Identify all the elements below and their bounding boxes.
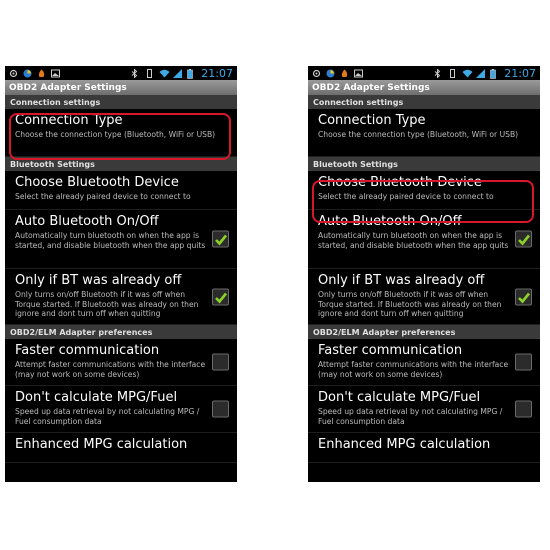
pref-summary: Choose the connection type (Bluetooth, W… bbox=[15, 130, 216, 139]
wifi-icon bbox=[462, 69, 473, 78]
phone-screen-right: 21:07 OBD2 Adapter Settings Connection s… bbox=[308, 66, 540, 482]
pref-summary: Select the already paired device to conn… bbox=[318, 192, 494, 201]
clock: 21:07 bbox=[504, 66, 536, 80]
pref-title: Faster communication bbox=[15, 343, 160, 358]
pref-title: Auto Bluetooth On/Off bbox=[15, 214, 159, 229]
pref-connection-type[interactable]: Connection Type Choose the connection ty… bbox=[5, 109, 237, 157]
pref-title: Auto Bluetooth On/Off bbox=[318, 214, 462, 229]
section-elm-adapter-preferences: OBD2/ELM Adapter preferences bbox=[308, 325, 540, 339]
pref-summary: Automatically turn bluetooth on when the… bbox=[15, 231, 206, 250]
pref-choose-bluetooth-device[interactable]: Choose Bluetooth Device Select the alrea… bbox=[308, 171, 540, 210]
checkbox-unchecked[interactable] bbox=[212, 353, 229, 371]
pref-title: Only if BT was already off bbox=[15, 273, 182, 288]
pref-faster-communication[interactable]: Faster communication Attempt faster comm… bbox=[5, 339, 237, 386]
status-bar: 21:07 bbox=[308, 66, 540, 80]
pref-faster-communication[interactable]: Faster communication Attempt faster comm… bbox=[308, 339, 540, 386]
app-title-bar: OBD2 Adapter Settings bbox=[5, 80, 237, 95]
wifi-icon bbox=[159, 69, 170, 78]
signal-icon bbox=[173, 68, 183, 78]
checkbox-checked[interactable] bbox=[212, 230, 229, 248]
vibrate-icon bbox=[145, 68, 154, 78]
pref-summary: Choose the connection type (Bluetooth, W… bbox=[318, 130, 519, 139]
section-bluetooth-settings: Bluetooth Settings bbox=[308, 157, 540, 171]
pref-enhanced-mpg[interactable]: Enhanced MPG calculation bbox=[5, 433, 237, 463]
signal-icon bbox=[476, 68, 486, 78]
image-notification-icon bbox=[51, 69, 60, 78]
pref-enhanced-mpg[interactable]: Enhanced MPG calculation bbox=[308, 433, 540, 463]
image-notification-icon bbox=[354, 69, 363, 78]
section-bluetooth-settings: Bluetooth Settings bbox=[5, 157, 237, 171]
section-elm-adapter-preferences: OBD2/ELM Adapter preferences bbox=[5, 325, 237, 339]
pref-title: Enhanced MPG calculation bbox=[318, 437, 491, 452]
pref-connection-type[interactable]: Connection Type Choose the connection ty… bbox=[308, 109, 540, 157]
pref-choose-bluetooth-device[interactable]: Choose Bluetooth Device Select the alrea… bbox=[5, 171, 237, 210]
pref-dont-calculate-mpg[interactable]: Don't calculate MPG/Fuel Speed up data r… bbox=[308, 386, 540, 433]
pref-summary: Attempt faster communications with the i… bbox=[15, 360, 206, 379]
torque-app-icon bbox=[326, 69, 335, 78]
checkbox-unchecked[interactable] bbox=[515, 400, 532, 418]
pref-title: Choose Bluetooth Device bbox=[15, 175, 179, 190]
pref-title: Connection Type bbox=[318, 113, 426, 128]
checkbox-checked[interactable] bbox=[515, 288, 532, 305]
pref-auto-bluetooth[interactable]: Auto Bluetooth On/Off Automatically turn… bbox=[5, 210, 237, 269]
vibrate-icon bbox=[448, 68, 457, 78]
pref-summary: Speed up data retrieval by not calculati… bbox=[15, 407, 200, 426]
status-bar: 21:07 bbox=[5, 66, 237, 80]
pref-title: Don't calculate MPG/Fuel bbox=[15, 390, 178, 405]
phone-screen-left: 21:07 OBD2 Adapter Settings Connection s… bbox=[5, 66, 237, 482]
torque-app-icon bbox=[23, 69, 32, 78]
section-connection-settings: Connection settings bbox=[5, 95, 237, 109]
checkbox-checked[interactable] bbox=[515, 230, 532, 248]
checkbox-unchecked[interactable] bbox=[212, 400, 229, 418]
pref-summary: Only turns on/off Bluetooth if it was of… bbox=[318, 290, 502, 318]
pref-title: Only if BT was already off bbox=[318, 273, 485, 288]
section-connection-settings: Connection settings bbox=[308, 95, 540, 109]
pref-title: Enhanced MPG calculation bbox=[15, 437, 188, 452]
pref-summary: Attempt faster communications with the i… bbox=[318, 360, 509, 379]
pref-dont-calculate-mpg[interactable]: Don't calculate MPG/Fuel Speed up data r… bbox=[5, 386, 237, 433]
fire-app-icon bbox=[37, 69, 46, 78]
pref-summary: Automatically turn bluetooth on when the… bbox=[318, 231, 509, 250]
battery-icon bbox=[187, 68, 196, 79]
pref-auto-bluetooth[interactable]: Auto Bluetooth On/Off Automatically turn… bbox=[308, 210, 540, 269]
pref-title: Connection Type bbox=[15, 113, 123, 128]
app-title-bar: OBD2 Adapter Settings bbox=[308, 80, 540, 95]
gps-icon bbox=[9, 69, 18, 78]
fire-app-icon bbox=[340, 69, 349, 78]
clock: 21:07 bbox=[201, 66, 233, 80]
pref-title: Don't calculate MPG/Fuel bbox=[318, 390, 481, 405]
checkbox-checked[interactable] bbox=[212, 288, 229, 305]
pref-title: Faster communication bbox=[318, 343, 463, 358]
gps-icon bbox=[312, 69, 321, 78]
pref-only-if-bt-off[interactable]: Only if BT was already off Only turns on… bbox=[308, 269, 540, 325]
battery-icon bbox=[490, 68, 499, 79]
pref-summary: Speed up data retrieval by not calculati… bbox=[318, 407, 503, 426]
checkbox-unchecked[interactable] bbox=[515, 353, 532, 371]
pref-summary: Only turns on/off Bluetooth if it was of… bbox=[15, 290, 199, 318]
bluetooth-icon bbox=[434, 67, 443, 79]
bluetooth-icon bbox=[131, 67, 140, 79]
pref-only-if-bt-off[interactable]: Only if BT was already off Only turns on… bbox=[5, 269, 237, 325]
pref-summary: Select the already paired device to conn… bbox=[15, 192, 191, 201]
pref-title: Choose Bluetooth Device bbox=[318, 175, 482, 190]
